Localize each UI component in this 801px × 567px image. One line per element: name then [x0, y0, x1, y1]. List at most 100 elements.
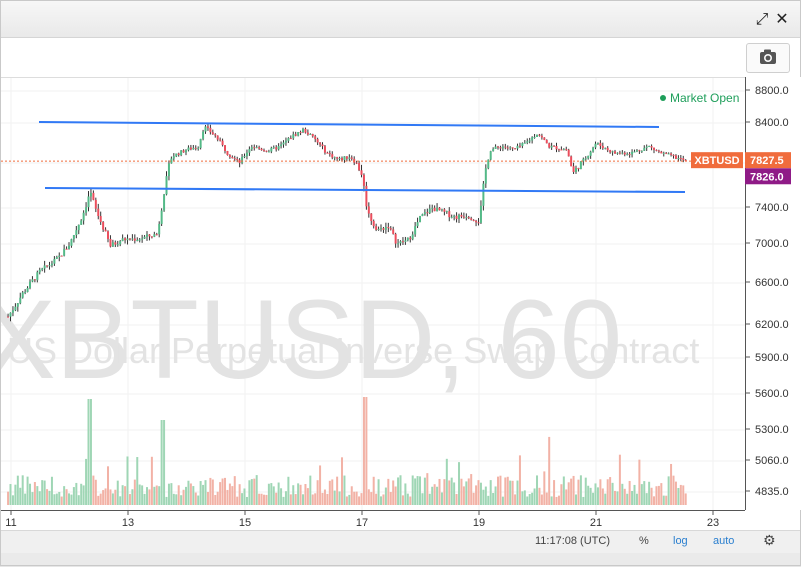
volume-bar	[55, 493, 58, 505]
volume-bar	[592, 492, 595, 505]
volume-bar	[38, 491, 41, 505]
volume-bar	[180, 495, 183, 505]
volume-bar	[19, 487, 22, 505]
volume-bar	[150, 456, 153, 505]
candle-body	[192, 147, 195, 150]
candle-body	[194, 147, 197, 149]
candle-body	[299, 132, 302, 134]
volume-bar	[640, 484, 643, 505]
expand-arrows-icon[interactable]: ⤢	[753, 10, 771, 28]
candle-body	[465, 217, 468, 219]
volume-bar	[221, 478, 224, 505]
candle-body	[341, 158, 344, 161]
screenshot-button[interactable]	[746, 43, 790, 73]
candle-body	[565, 149, 568, 151]
candle-body	[584, 158, 587, 160]
volume-bar	[189, 483, 192, 505]
volume-bar	[272, 486, 275, 505]
candle-body	[236, 158, 239, 160]
volume-bar	[384, 487, 387, 505]
candle-body	[382, 228, 385, 230]
volume-bar	[360, 493, 363, 505]
volume-bar	[197, 495, 200, 505]
candle-body	[277, 146, 280, 150]
volume-bar	[243, 488, 246, 505]
volume-bar	[506, 476, 509, 505]
time-axis[interactable]: 11 13 15 17 19 21 23	[1, 510, 745, 531]
candle-body	[479, 205, 482, 223]
price-axis[interactable]: 8800.0 8400.0 7800.0 7400.0 7000.0 6600.0 6200…	[745, 77, 801, 510]
volume-bar	[672, 475, 675, 505]
log-scale-toggle[interactable]: log	[673, 535, 688, 547]
volume-bar	[341, 457, 344, 505]
volume-bar	[601, 488, 604, 505]
plot-area[interactable]: XBTUSD, 60 US Dollar Perpetual Inverse S…	[0, 77, 745, 511]
candle-body	[543, 137, 546, 140]
volume-bar	[392, 480, 395, 505]
candle-body	[348, 157, 351, 159]
volume-bar	[245, 496, 248, 505]
candle-body	[423, 212, 426, 215]
auto-scale-toggle[interactable]: auto	[713, 535, 734, 547]
volume-bar	[684, 493, 687, 505]
candle-body	[85, 207, 88, 213]
candle-body	[660, 151, 663, 154]
candle-body	[577, 168, 580, 170]
volume-bar	[531, 492, 534, 505]
volume-bar	[321, 492, 324, 505]
candle-body	[540, 135, 543, 138]
candle-body	[514, 148, 517, 150]
volume-bar	[557, 495, 560, 505]
candle-body	[640, 150, 643, 152]
volume-bar	[143, 493, 146, 505]
volume-bar	[621, 483, 624, 505]
candle-body	[682, 158, 685, 160]
volume-bar	[302, 494, 305, 505]
candle-body	[267, 151, 270, 153]
trendline-support[interactable]	[44, 187, 686, 193]
clock-readout[interactable]: 11:17:08 (UTC)	[535, 535, 610, 547]
volume-bar	[404, 483, 407, 505]
candle-body	[399, 241, 402, 244]
volume-bar	[87, 399, 90, 505]
volume-bar	[575, 494, 578, 505]
candle-body	[436, 207, 439, 212]
gear-icon[interactable]: ⚙	[763, 533, 776, 549]
price-chart-svg[interactable]: XBTUSD, 60 US Dollar Perpetual Inverse S…	[0, 78, 745, 511]
volume-bar	[333, 490, 336, 505]
candle-body	[655, 149, 658, 151]
close-x-icon[interactable]: ✕	[773, 10, 791, 28]
volume-bar	[82, 485, 85, 505]
candle-body	[297, 132, 300, 136]
volume-bar	[397, 477, 400, 505]
candle-body	[521, 143, 524, 147]
volume-bar	[609, 477, 612, 505]
candle-body	[263, 150, 266, 152]
candle-body	[163, 194, 166, 211]
volume-bar	[131, 489, 134, 505]
candle-body	[116, 244, 119, 246]
volume-bar	[528, 494, 531, 505]
candle-body	[68, 245, 71, 249]
volume-bar	[438, 478, 441, 505]
volume-bar	[358, 496, 361, 505]
candle-body	[587, 155, 590, 159]
candle-body	[104, 229, 107, 232]
candle-body	[445, 211, 448, 213]
volume-bar	[216, 491, 219, 505]
candle-body	[314, 136, 317, 140]
candle-body	[231, 156, 234, 159]
volume-bar	[657, 485, 660, 505]
volume-bar	[572, 475, 575, 505]
volume-bar	[214, 494, 217, 505]
percent-scale-toggle[interactable]: %	[639, 535, 649, 547]
price-tick-label: 5600.0	[755, 388, 789, 400]
volume-bar	[555, 496, 558, 505]
volume-bar	[589, 487, 592, 505]
volume-bar	[579, 475, 582, 505]
volume-bar	[326, 493, 329, 505]
candle-body	[155, 234, 158, 236]
candle-body	[533, 136, 536, 138]
candle-body	[270, 148, 273, 152]
volume-bar	[682, 485, 685, 505]
